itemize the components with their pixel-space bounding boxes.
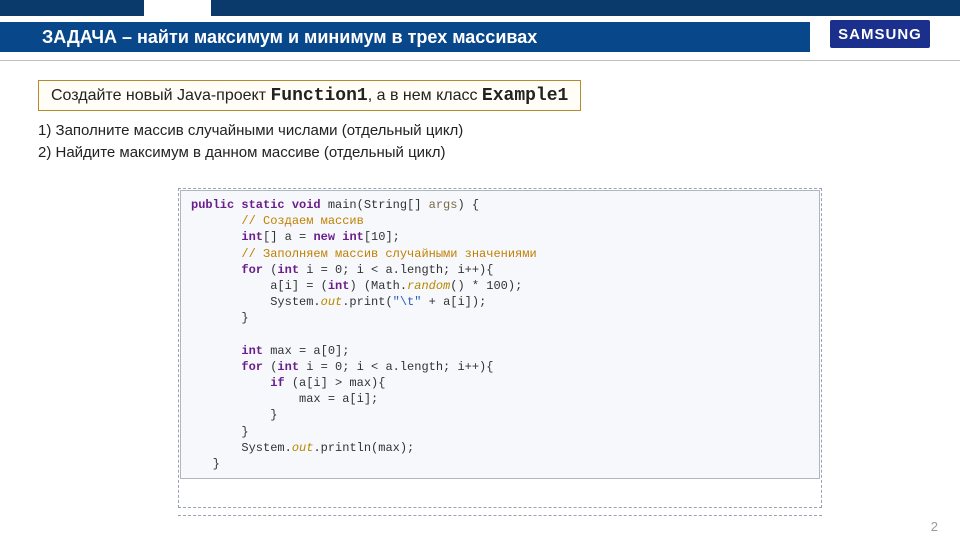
code-kw: int xyxy=(277,263,299,277)
code-block: public static void main(String[] args) {… xyxy=(180,190,820,479)
steps-list: 1) Заполните массив случайными числами (… xyxy=(38,120,463,164)
code-comment: // Создаем массив xyxy=(191,214,364,228)
instruction-prefix: Создайте новый Java-проект xyxy=(51,87,270,104)
code-text: } xyxy=(191,311,249,325)
code-kw: int xyxy=(191,344,263,358)
code-kw: int xyxy=(328,279,350,293)
code-text: } xyxy=(191,408,277,422)
code-kw: new int xyxy=(313,230,363,244)
code-text: (a[i] > max){ xyxy=(285,376,386,390)
code-text: System. xyxy=(191,295,321,309)
code-text: ) { xyxy=(457,198,479,212)
code-kw: int xyxy=(277,360,299,374)
code-text: } xyxy=(191,425,249,439)
code-kw: if xyxy=(191,376,285,390)
step-2: 2) Найдите максимум в данном массиве (от… xyxy=(38,142,463,164)
code-text: max = a[i]; xyxy=(191,392,378,406)
code-kw: public static void xyxy=(191,198,321,212)
code-text: [] a = xyxy=(263,230,313,244)
code-text: main(String[] xyxy=(321,198,429,212)
code-static: random xyxy=(407,279,450,293)
class-name: Example1 xyxy=(482,86,568,106)
instruction-middle: , а в нем класс xyxy=(368,87,482,104)
code-text: System. xyxy=(191,441,292,455)
code-text: () * 100); xyxy=(450,279,522,293)
code-static: out xyxy=(292,441,314,455)
code-kw: for xyxy=(191,360,263,374)
code-kw: int xyxy=(191,230,263,244)
code-text: ) (Math. xyxy=(349,279,407,293)
code-text: i = 0; i < a.length; i++){ xyxy=(299,360,493,374)
code-text: [10]; xyxy=(364,230,400,244)
code-kw: for xyxy=(191,263,263,277)
samsung-logo: SAMSUNG xyxy=(830,20,930,48)
code-text: i = 0; i < a.length; i++){ xyxy=(299,263,493,277)
code-arg: args xyxy=(429,198,458,212)
divider-line xyxy=(0,60,960,61)
code-text: + a[i]); xyxy=(421,295,486,309)
code-static: out xyxy=(321,295,343,309)
code-text: ( xyxy=(263,263,277,277)
instruction-callout: Создайте новый Java-проект Function1, а … xyxy=(38,80,581,111)
code-string: "\t" xyxy=(393,295,422,309)
project-name: Function1 xyxy=(270,86,367,106)
code-text: .print( xyxy=(342,295,392,309)
code-comment: // Заполняем массив случайными значениям… xyxy=(191,247,537,261)
bottom-dashed-line xyxy=(178,515,822,516)
code-text: a[i] = ( xyxy=(191,279,328,293)
step-1: 1) Заполните массив случайными числами (… xyxy=(38,120,463,142)
code-text: ( xyxy=(263,360,277,374)
slide-title: ЗАДАЧА – найти максимум и минимум в трех… xyxy=(0,22,810,52)
code-text: max = a[0]; xyxy=(263,344,349,358)
code-text: } xyxy=(191,457,220,471)
code-text: .println(max); xyxy=(313,441,414,455)
page-number: 2 xyxy=(931,519,938,534)
header-accent-strip xyxy=(0,0,960,16)
